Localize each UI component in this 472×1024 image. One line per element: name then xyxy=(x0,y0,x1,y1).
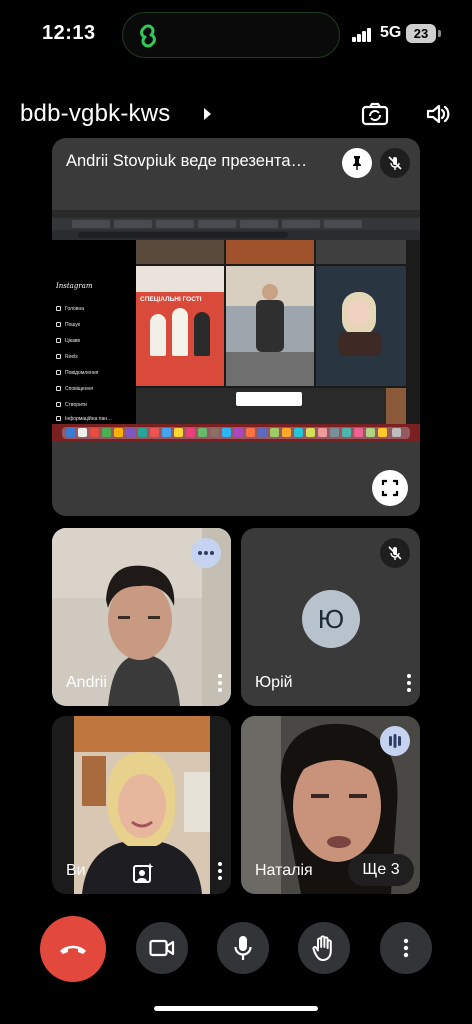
grid-photo xyxy=(136,388,406,424)
grid-photo xyxy=(226,240,314,264)
meeting-code[interactable]: bdb-vgbk-kws xyxy=(20,100,170,128)
mac-dock xyxy=(52,424,420,442)
status-time: 12:13 xyxy=(42,22,96,44)
more-participants-button[interactable]: Ще 3 xyxy=(348,854,414,886)
participant-tile-nataliia[interactable]: Наталія Ще 3 xyxy=(241,716,420,894)
nav-item: Reels xyxy=(56,354,78,360)
nav-item: Сповіщення xyxy=(56,386,93,392)
portrait-photo xyxy=(226,266,314,386)
participant-tile-yurii[interactable]: Ю Юрій xyxy=(241,528,420,706)
battery-icon: 23 xyxy=(406,24,436,43)
raise-hand-button[interactable] xyxy=(298,922,350,974)
microphone-icon xyxy=(234,936,252,960)
presentation-tile[interactable]: Andrii Stovpiuk веде презента… Instagram… xyxy=(52,138,420,516)
nav-item: Інформаційна пан… xyxy=(56,416,112,422)
meeting-header: bdb-vgbk-kws xyxy=(0,96,472,136)
participant-menu-button[interactable] xyxy=(217,674,223,692)
fullscreen-button[interactable] xyxy=(372,470,408,506)
shared-screen: Instagram Головна Пошук Цікаве Reels Пов… xyxy=(52,210,420,442)
mic-off-icon xyxy=(388,546,402,560)
more-options-button[interactable] xyxy=(380,922,432,974)
portrait-photo xyxy=(316,266,406,386)
instagram-sidebar: Instagram Головна Пошук Цікаве Reels Пов… xyxy=(52,240,136,424)
presentation-title: Andrii Stovpiuk веде презента… xyxy=(66,152,308,170)
participant-name: Andrii xyxy=(66,674,107,691)
fullscreen-icon xyxy=(381,479,399,497)
participant-menu-button[interactable] xyxy=(217,862,223,880)
status-bar: 12:13 5G 23 xyxy=(0,0,472,70)
call-controls xyxy=(0,916,472,982)
mic-off-indicator xyxy=(380,148,410,178)
dynamic-island[interactable] xyxy=(122,12,340,58)
mic-off-indicator xyxy=(380,538,410,568)
speaker-icon xyxy=(426,104,450,124)
raise-hand-icon xyxy=(312,935,332,961)
battery-tip xyxy=(438,30,441,37)
participant-name: Ви xyxy=(66,862,86,879)
camera-button[interactable] xyxy=(136,922,188,974)
cellular-signal-icon xyxy=(352,28,372,42)
poster-title: СПЕЦІАЛЬНІ ГОСТІ xyxy=(140,296,202,303)
effects-icon xyxy=(133,863,154,883)
more-options-icon xyxy=(403,938,409,958)
home-indicator[interactable] xyxy=(154,1006,318,1011)
chevron-right-icon[interactable] xyxy=(204,108,211,120)
participant-name: Наталія xyxy=(255,862,313,879)
url-field xyxy=(78,232,288,238)
effects-button[interactable] xyxy=(132,862,154,884)
grid-photo xyxy=(316,240,406,264)
browser-tabs xyxy=(52,218,420,230)
participant-menu-button[interactable] xyxy=(406,674,412,692)
participant-tile-self[interactable]: Ви xyxy=(52,716,231,894)
end-call-icon xyxy=(60,945,86,954)
speaking-icon xyxy=(389,734,401,748)
meet-link-icon xyxy=(140,24,156,48)
nav-item: Повідомлення xyxy=(56,370,98,376)
pin-icon xyxy=(353,156,361,170)
microphone-button[interactable] xyxy=(217,922,269,974)
switch-camera-button[interactable] xyxy=(357,96,393,132)
nav-item: Цікаве xyxy=(56,338,80,344)
instagram-logo: Instagram xyxy=(56,282,93,290)
poster-photo: СПЕЦІАЛЬНІ ГОСТІ xyxy=(136,266,224,386)
avatar: Ю xyxy=(302,590,360,648)
more-options-icon xyxy=(198,551,214,555)
nav-item: Створити xyxy=(56,402,87,408)
speaking-indicator xyxy=(380,726,410,756)
participant-tile-andrii[interactable]: Andrii xyxy=(52,528,231,706)
speaker-button[interactable] xyxy=(420,96,456,132)
end-call-button[interactable] xyxy=(40,916,106,982)
mic-off-icon xyxy=(388,156,402,170)
network-type: 5G xyxy=(380,24,402,41)
participant-name: Юрій xyxy=(255,674,293,691)
mac-menu-bar xyxy=(52,210,420,218)
nav-item: Головна xyxy=(56,306,84,312)
pin-button[interactable] xyxy=(342,148,372,178)
camera-icon xyxy=(149,939,175,957)
grid-photo xyxy=(136,240,224,264)
switch-camera-icon xyxy=(361,102,389,126)
more-options-badge[interactable] xyxy=(191,538,221,568)
nav-item: Пошук xyxy=(56,322,80,328)
